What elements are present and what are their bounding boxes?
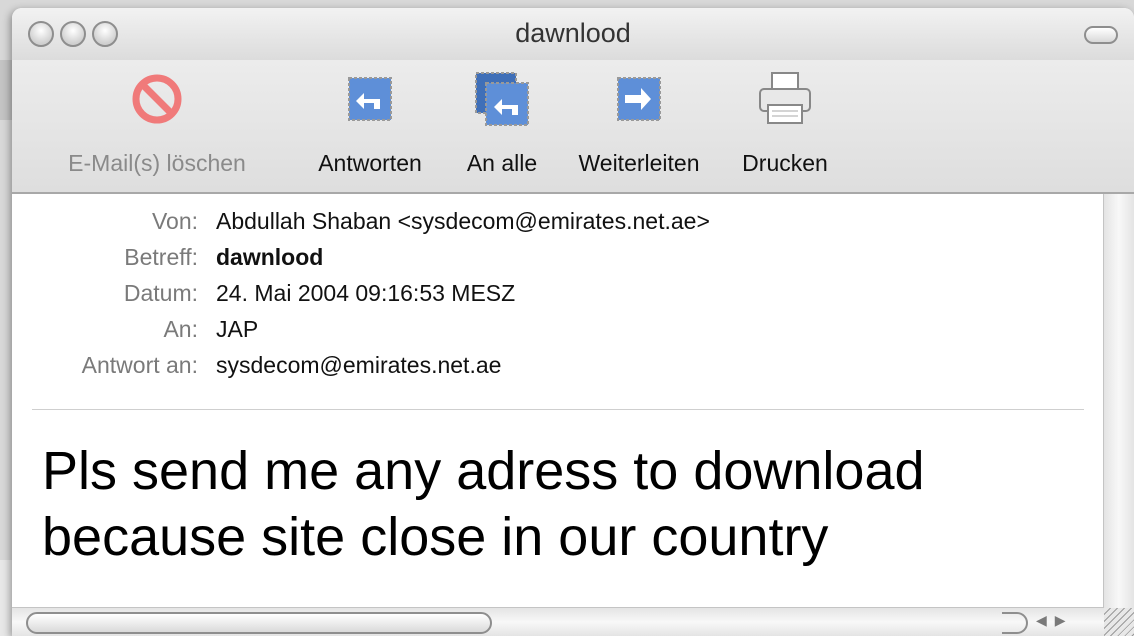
horizontal-scroll-thumb[interactable] xyxy=(26,612,492,634)
printer-icon xyxy=(755,66,815,132)
title-bar[interactable]: dawnlood xyxy=(12,8,1134,61)
header-value[interactable]: Abdullah Shaban <sysdecom@emirates.net.a… xyxy=(216,208,710,235)
toolbar-toggle-button[interactable] xyxy=(1084,26,1118,44)
header-label: Antwort an: xyxy=(81,352,198,378)
header-value[interactable]: sysdecom@emirates.net.ae xyxy=(216,352,501,379)
message-line: because site close in our country xyxy=(42,507,829,567)
mail-window: dawnlood E-Mail(s) löschen Antworten An … xyxy=(12,8,1134,636)
resize-grip-icon[interactable] xyxy=(1104,608,1134,636)
print-button[interactable]: Drucken xyxy=(730,66,840,177)
scroll-arrows[interactable]: ◀▶ xyxy=(1036,612,1074,629)
header-reply-to: Antwort an: sysdecom@emirates.net.ae xyxy=(12,348,1092,384)
delete-label: E-Mail(s) löschen xyxy=(68,150,246,176)
scroll-track-end xyxy=(1002,612,1028,634)
reply-label: Antworten xyxy=(318,150,422,176)
forward-arrow-icon xyxy=(609,66,669,132)
scroll-left-icon[interactable]: ◀ xyxy=(1036,612,1055,628)
message-headers: Von: Abdullah Shaban <sysdecom@emirates.… xyxy=(12,204,1092,384)
reply-button[interactable]: Antworten xyxy=(300,66,440,177)
no-entry-icon xyxy=(127,66,187,132)
header-label: Von: xyxy=(151,208,198,234)
window-title: dawnlood xyxy=(515,18,631,48)
delete-button[interactable]: E-Mail(s) löschen xyxy=(42,66,272,177)
scroll-right-icon[interactable]: ▶ xyxy=(1055,612,1074,628)
header-value: dawnlood xyxy=(216,244,324,270)
header-subject: Betreff: dawnlood xyxy=(12,240,1092,276)
horizontal-scrollbar[interactable]: ◀▶ xyxy=(12,607,1104,636)
forward-label: Weiterleiten xyxy=(578,150,700,176)
header-from: Von: Abdullah Shaban <sysdecom@emirates.… xyxy=(12,204,1092,240)
header-label: Datum: xyxy=(123,280,198,306)
header-label: Betreff: xyxy=(124,244,198,270)
header-to: An: JAP xyxy=(12,312,1092,348)
message-line: Pls send me any adress to download xyxy=(42,441,925,501)
header-date: Datum: 24. Mai 2004 09:16:53 MESZ xyxy=(12,276,1092,312)
reply-all-label: An alle xyxy=(466,150,538,176)
header-value[interactable]: JAP xyxy=(216,316,258,343)
header-value: 24. Mai 2004 09:16:53 MESZ xyxy=(216,280,516,306)
vertical-scrollbar[interactable] xyxy=(1103,194,1134,608)
message-body[interactable]: Pls send me any adress to download becau… xyxy=(42,438,1102,570)
header-divider xyxy=(32,409,1084,410)
reply-arrow-icon xyxy=(340,66,400,132)
reply-all-button[interactable]: An alle xyxy=(452,66,552,177)
print-label: Drucken xyxy=(742,150,828,176)
reply-all-arrow-icon xyxy=(472,66,532,132)
toolbar: E-Mail(s) löschen Antworten An alle Weit… xyxy=(12,60,1134,194)
forward-button[interactable]: Weiterleiten xyxy=(564,66,714,177)
header-label: An: xyxy=(163,316,198,342)
